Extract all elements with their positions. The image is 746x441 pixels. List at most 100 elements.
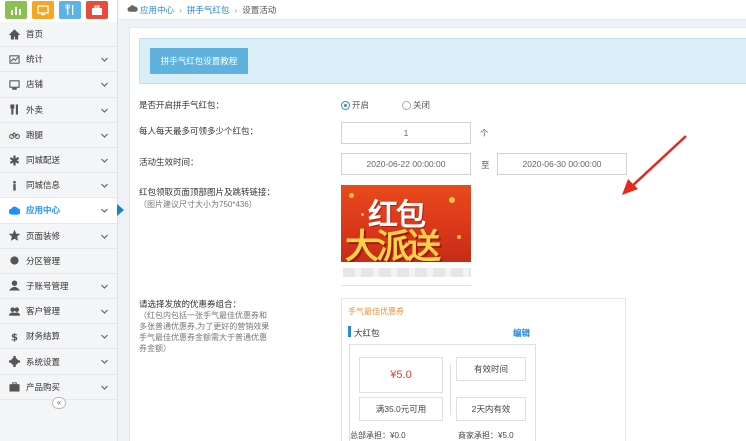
cloud-icon (8, 204, 20, 216)
tutorial-button[interactable]: 拼手气红包设置教程 (150, 48, 248, 74)
coupon-merchant-cost: 商家承担：¥5.0 (458, 431, 514, 440)
chevron-down-icon (100, 181, 109, 190)
sidebar-item[interactable]: 页面装修 (0, 224, 117, 249)
coupon-valid-value: 2天内有效 (456, 397, 526, 421)
sidebar-item[interactable]: 客户管理 (0, 299, 117, 325)
radio-checked-icon (341, 100, 350, 110)
breadcrumb: 应用中心 › 拼手气红包 › 设置活动 (119, 0, 746, 20)
dollar-icon: $ (8, 330, 20, 342)
chevron-down-icon (100, 232, 109, 241)
max-per-day-input[interactable]: 1 (341, 122, 471, 144)
home-icon (8, 28, 20, 40)
info-icon (8, 179, 20, 191)
users-icon (8, 305, 20, 317)
coupon-condition: 满35.0元可用 (359, 397, 443, 421)
sidebar-item[interactable]: 同城配送 (0, 148, 117, 174)
chart-icon (11, 7, 21, 15)
sidebar-item-label: 子账号管理 (26, 280, 69, 291)
chevron-down-icon (100, 206, 109, 215)
sidebar-item[interactable]: 跑腿 (0, 123, 117, 148)
sidebar-item[interactable]: 店铺 (0, 72, 117, 98)
sidebar-item-label: 店铺 (26, 79, 44, 90)
sidebar-item[interactable]: 系统设置 (0, 349, 117, 375)
briefcase-icon (92, 5, 102, 15)
chevron-down-icon (100, 357, 109, 366)
coupon-price: ¥5.0 (359, 357, 443, 393)
time-separator: 至 (481, 160, 490, 170)
enable-label: 是否开启拼手气红包： (139, 100, 225, 110)
chevron-down-icon (100, 106, 109, 115)
sidebar-menu: 首页 统计 店铺 外卖 跑腿 同城配送 同城信息 应用中心 页面装修 分区管理 子账号管理 客户管理 $… (0, 22, 124, 400)
sidebar-item-label: 外卖 (26, 104, 44, 115)
enable-on-label: 开启 (352, 100, 370, 110)
sidebar-item[interactable]: 同城信息 (0, 173, 117, 199)
sidebar-item-label: 应用中心 (26, 205, 61, 216)
main-panel: 拼手气红包设置教程 是否开启拼手气红包： 开启 关闭 每人每天最多可领多少个红包… (129, 27, 746, 441)
max-per-day-label: 每人每天最多可领多少个红包： (139, 126, 259, 136)
user-icon (8, 280, 20, 292)
sidebar-item[interactable]: 应用中心 (0, 198, 124, 224)
enable-off-radio[interactable]: 关闭 (402, 99, 430, 111)
end-time-input[interactable]: 2020-06-30 00:00:00 (497, 153, 627, 175)
coupon-header: 手气最佳优惠券 (348, 307, 404, 316)
sidebar-item[interactable]: 子账号管理 (0, 274, 117, 300)
coupon-total-cost: 总部承担：¥0.0 (350, 431, 406, 440)
monitor-icon (37, 5, 49, 16)
sidebar: 首页 统计 店铺 外卖 跑腿 同城配送 同城信息 应用中心 页面装修 分区管理 子账号管理 客户管理 $… (0, 0, 124, 441)
chevron-down-icon (100, 332, 109, 341)
sidebar-collapse-button[interactable]: « (52, 397, 66, 409)
breadcrumb-separator: › (234, 4, 238, 15)
sidebar-item-label: 产品购买 (26, 381, 61, 392)
coupon-combo-hint: （红包内包括一张手气最佳优惠券和多张普通优惠券,为了更好的营销效果手气最佳优惠券… (139, 311, 270, 353)
start-time-input[interactable]: 2020-06-22 00:00:00 (341, 153, 471, 175)
briefcase-icon (8, 381, 20, 393)
chevron-down-icon (100, 307, 109, 316)
quick-stats-button[interactable] (5, 1, 27, 19)
quick-purchase-button[interactable] (86, 1, 108, 19)
chevron-down-icon (100, 156, 109, 165)
coupon-divider (450, 363, 451, 415)
svg-text:$: $ (10, 332, 17, 341)
gear-small-icon (8, 255, 20, 267)
sidebar-item[interactable]: $ 财务结算 (0, 324, 117, 350)
coupon-name: 大红包 (354, 328, 380, 338)
cloud-icon (127, 4, 140, 15)
enable-off-label: 关闭 (413, 100, 431, 110)
chevron-down-icon (100, 80, 109, 89)
tutorial-banner: 拼手气红包设置教程 (139, 38, 746, 84)
coupon-panel: 手气最佳优惠券 大红包 编辑 ¥5.0 满35.0元可用 有效时间 2天内有效 … (341, 298, 626, 441)
sidebar-item-label: 跑腿 (26, 129, 44, 140)
coupon-edit-link[interactable]: 编辑 (513, 327, 530, 339)
coupon-valid-label: 有效时间 (456, 357, 526, 381)
sidebar-item-label: 同城配送 (26, 155, 61, 166)
breadcrumb-red-packet[interactable]: 拼手气红包 (187, 4, 230, 16)
breadcrumb-separator: › (179, 4, 182, 15)
quick-takeout-button[interactable] (59, 1, 81, 19)
sidebar-item[interactable]: 分区管理 (0, 249, 117, 274)
asterisk-icon (8, 154, 20, 166)
active-time-label: 活动生效时间： (139, 157, 199, 167)
banner-image[interactable]: 红包 大派送 (341, 185, 471, 262)
radio-unchecked-icon (402, 100, 411, 110)
quick-buttons (0, 0, 117, 22)
banner-image-hint: （图片建议尺寸大小为750*436） (139, 200, 257, 209)
sidebar-item-label: 同城信息 (26, 180, 61, 191)
chevron-down-icon (100, 131, 109, 140)
sidebar-item-label: 分区管理 (26, 255, 61, 266)
breadcrumb-current: 设置活动 (242, 4, 277, 15)
coupon-combo-label: 请选择发放的优惠券组合： (139, 299, 242, 309)
sidebar-item-label: 系统设置 (26, 356, 61, 367)
bicycle-icon (8, 129, 20, 141)
sidebar-item[interactable]: 外卖 (0, 98, 117, 123)
star-icon (8, 230, 20, 242)
sidebar-item-label: 统计 (26, 54, 44, 65)
max-per-day-unit: 个 (480, 128, 489, 138)
sidebar-item[interactable]: 统计 (0, 47, 117, 73)
utensils-icon (65, 4, 74, 15)
sidebar-item[interactable]: 首页 (0, 22, 117, 48)
sidebar-item-label: 财务结算 (26, 331, 61, 342)
quick-shop-button[interactable] (32, 1, 54, 19)
coupon-accent-bar (348, 326, 351, 337)
enable-on-radio[interactable]: 开启 (341, 99, 369, 111)
breadcrumb-app-center[interactable]: 应用中心 (140, 4, 174, 16)
